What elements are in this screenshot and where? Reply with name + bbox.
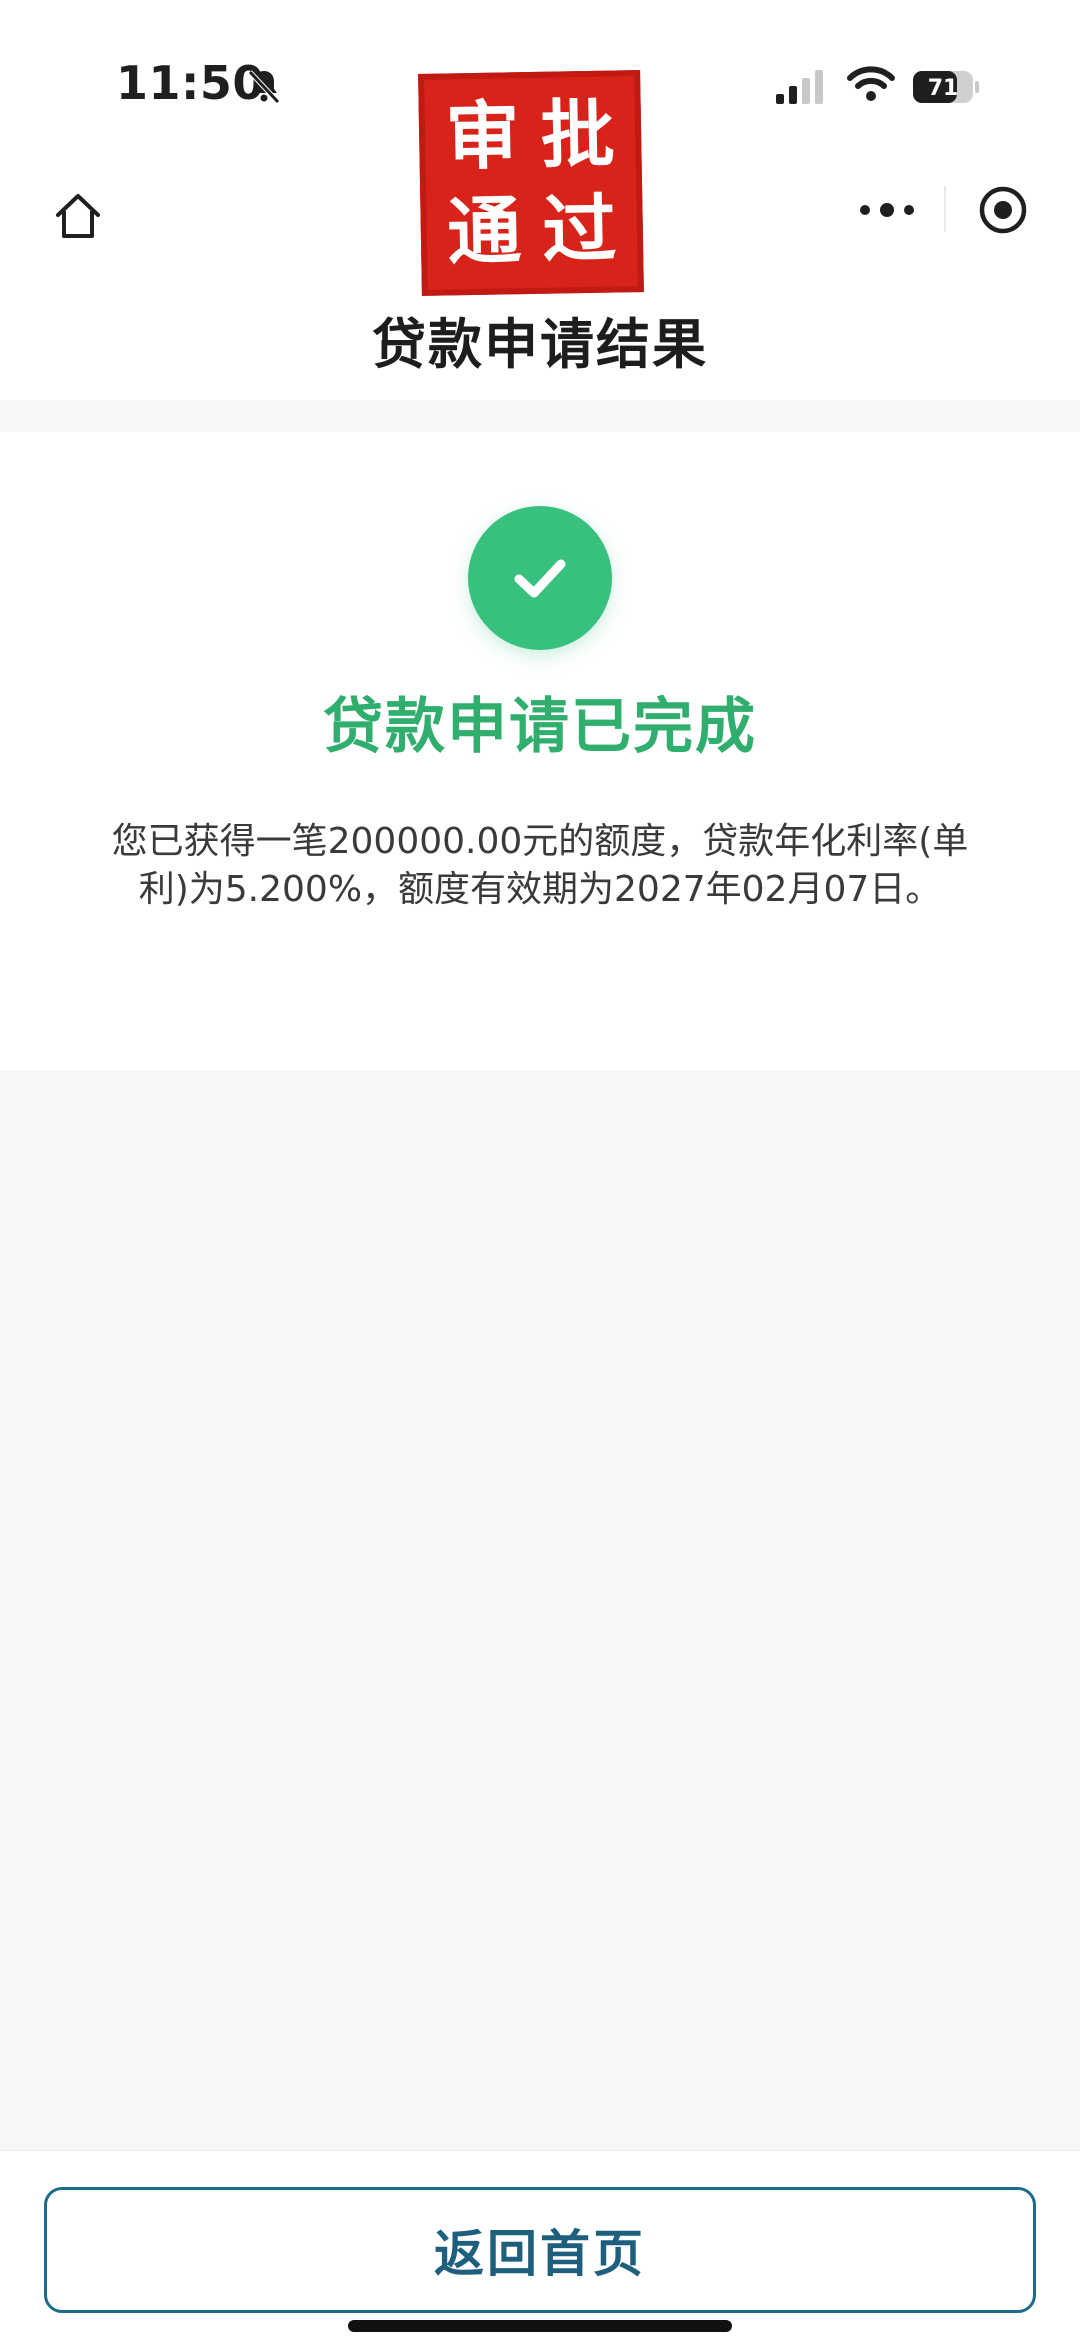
back-home-button[interactable]: 返回首页 [44,2187,1036,2313]
page-title: 贷款申请结果 [372,313,708,376]
stamp-char: 过 [541,186,618,274]
stamp-char: 通 [446,187,523,275]
bottom-bar: 返回首页 [0,2150,1080,2348]
more-dots-icon [860,203,914,217]
close-miniprogram-button[interactable] [968,180,1038,240]
home-indicator [348,2320,732,2332]
signal-icon [776,70,823,104]
wifi-icon [847,66,895,101]
stamp-char: 批 [539,91,616,179]
bell-muted-icon [248,70,280,104]
home-button[interactable] [46,184,110,248]
check-icon [514,559,566,598]
success-badge [468,506,612,650]
page: 11:50 71 贷款申请结果 审 批 通 过 贷款申请已完成 您已获得一笔20… [0,0,1080,2348]
battery-icon: 71 [912,70,980,104]
result-description: 您已获得一笔200000.00元的额度，贷款年化利率(单利)为5.200%，额度… [111,821,969,910]
capsule-divider [944,186,946,232]
status-time: 11:50 [116,56,265,110]
approval-stamp: 审 批 通 过 [418,70,644,296]
stamp-char: 审 [444,92,521,180]
result-title: 贷款申请已完成 [323,692,757,762]
result-card: 贷款申请已完成 您已获得一笔200000.00元的额度，贷款年化利率(单利)为5… [0,432,1080,1070]
target-circle-icon [979,186,1027,234]
more-button[interactable] [832,180,942,240]
battery-level: 71 [928,76,959,101]
home-icon [56,194,100,238]
